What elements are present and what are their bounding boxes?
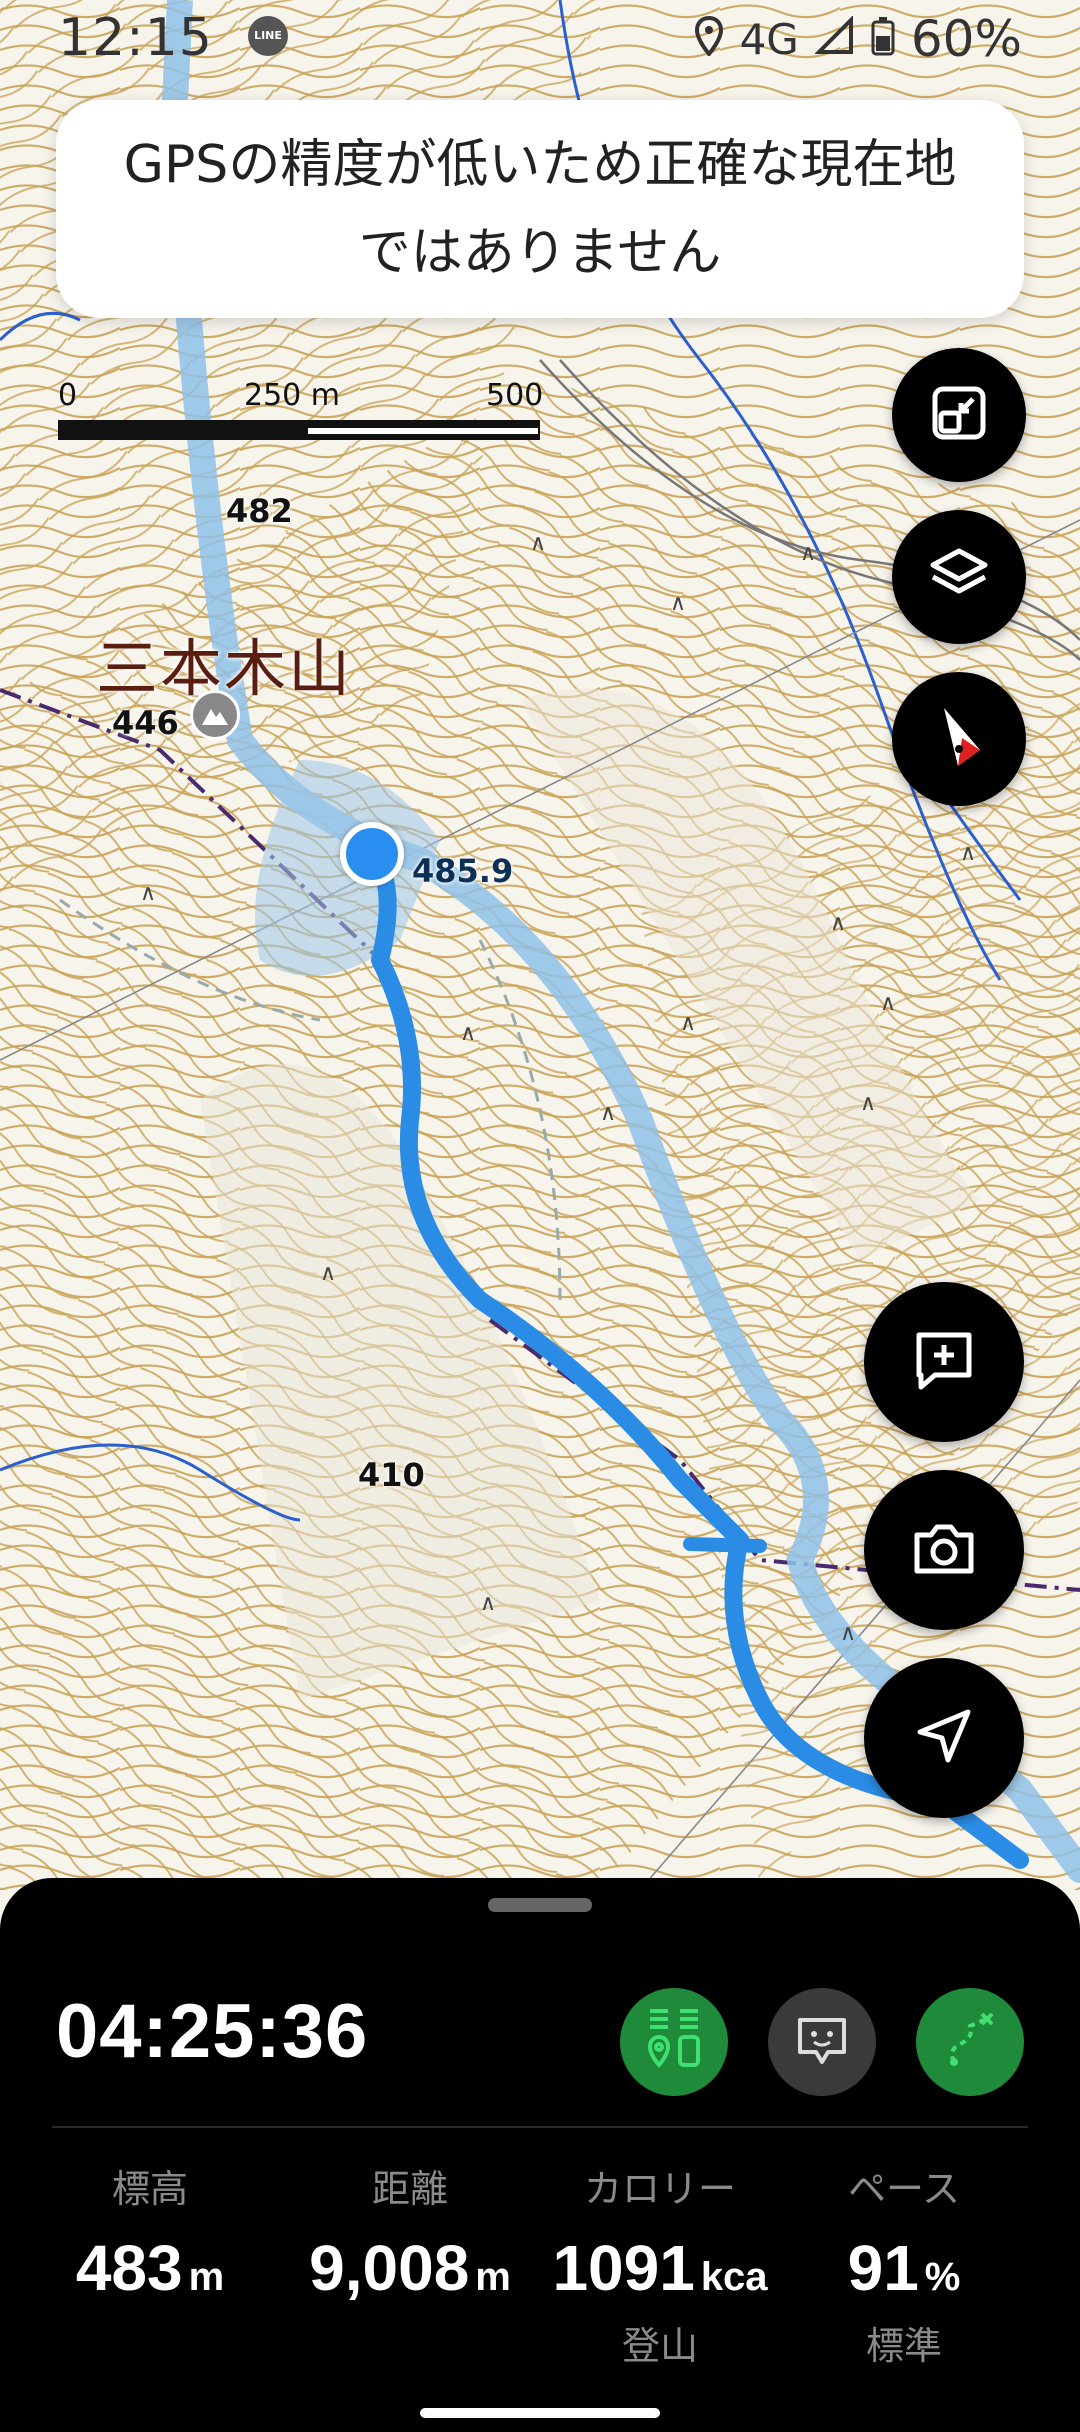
stat-elevation: 標高 483 m [30,2158,270,2305]
activity-panel[interactable]: 04:25:36 標高 483 m 距離 9,008 m カロリー 1091 kca … [0,1878,1080,2432]
stat-title: カロリー [583,2167,736,2211]
speech-bubble-face-icon [792,2010,852,2074]
svg-text:∧: ∧ [480,1591,496,1616]
elapsed-time: 04:25:36 [56,1989,369,2074]
stat-value: 91 [847,2232,919,2304]
route-button[interactable] [916,1988,1024,2096]
stat-distance: 距離 9,008 m [290,2158,530,2305]
stat-unit: kca [700,2255,768,2299]
layers-button[interactable] [892,510,1026,644]
stat-calories: カロリー 1091 kca 登山 [540,2158,780,2370]
add-memo-icon [909,1325,979,1399]
mountain-icon [190,690,240,740]
battery-icon [871,10,895,68]
camera-button[interactable] [864,1470,1024,1630]
svg-text:∧: ∧ [830,911,846,936]
signal-icon [814,10,855,68]
status-time: 12:15 [58,8,213,68]
stat-title: 距離 [371,2167,448,2211]
stat-pace: ペース 91% 標準 [784,2158,1024,2370]
svg-text:∧: ∧ [320,1261,336,1286]
scale-mid: 250 m [244,378,341,413]
route-icon [940,2010,1000,2074]
scale-zero: 0 [58,378,78,413]
current-elevation-label: 485.9 [412,852,514,890]
voice-guide-button[interactable] [768,1988,876,2096]
stat-value: 483 [75,2232,183,2304]
fit-screen-icon [927,381,991,449]
svg-text:∧: ∧ [530,531,546,556]
navigation-arrow-icon [912,1704,976,1772]
stat-title: ペース [847,2167,961,2211]
fit-screen-button[interactable] [892,348,1026,482]
spot-height-label: 410 [358,1456,425,1494]
svg-text:∧: ∧ [960,841,976,866]
svg-text:∧: ∧ [800,541,816,566]
battery-percent: 60% [910,10,1022,68]
svg-text:∧: ∧ [460,1021,476,1046]
scale-bar-graphic [58,420,540,440]
stat-subtitle: 標準 [865,2324,942,2368]
camera-icon [909,1513,979,1587]
location-icon [694,10,724,68]
home-indicator[interactable] [420,2408,660,2418]
stat-value: 1091 [552,2232,695,2304]
layers-icon [927,543,991,611]
gps-accuracy-message: GPSの精度が低いため正確な現在地ではありません [123,135,957,283]
network-label: 4G [739,14,799,64]
stat-subtitle: 登山 [621,2324,698,2368]
stat-value: 9,008 [309,2232,470,2304]
stat-unit: m [475,2255,511,2299]
compass-icon [924,702,994,776]
add-memo-button[interactable] [864,1282,1024,1442]
navigation-button[interactable] [864,1658,1024,1818]
checkpoint-icon [644,2005,704,2079]
svg-text:∧: ∧ [880,991,896,1016]
stat-unit: m [188,2255,225,2299]
current-location-dot [340,822,404,886]
svg-text:∧: ∧ [600,1101,616,1126]
svg-text:∧: ∧ [670,591,686,616]
stat-unit: % [924,2255,961,2299]
checkpoint-button[interactable] [620,1988,728,2096]
svg-text:∧: ∧ [140,881,156,906]
peak-elevation-label: 446 [112,704,179,742]
line-notification-icon: LINE [248,16,288,56]
compass-button[interactable] [892,672,1026,806]
svg-text:∧: ∧ [840,1621,856,1646]
svg-text:∧: ∧ [860,1091,876,1116]
svg-text:∧: ∧ [680,1011,696,1036]
drag-handle[interactable] [488,1898,592,1912]
spot-height-label: 482 [226,492,293,530]
panel-divider [52,2126,1028,2128]
status-bar: 12:15 LINE 4G 60% [0,0,1080,82]
stat-title: 標高 [111,2167,188,2211]
scale-bar: 0 250 m 500 m [58,378,548,448]
gps-accuracy-banner[interactable]: GPSの精度が低いため正確な現在地ではありません [56,100,1024,318]
